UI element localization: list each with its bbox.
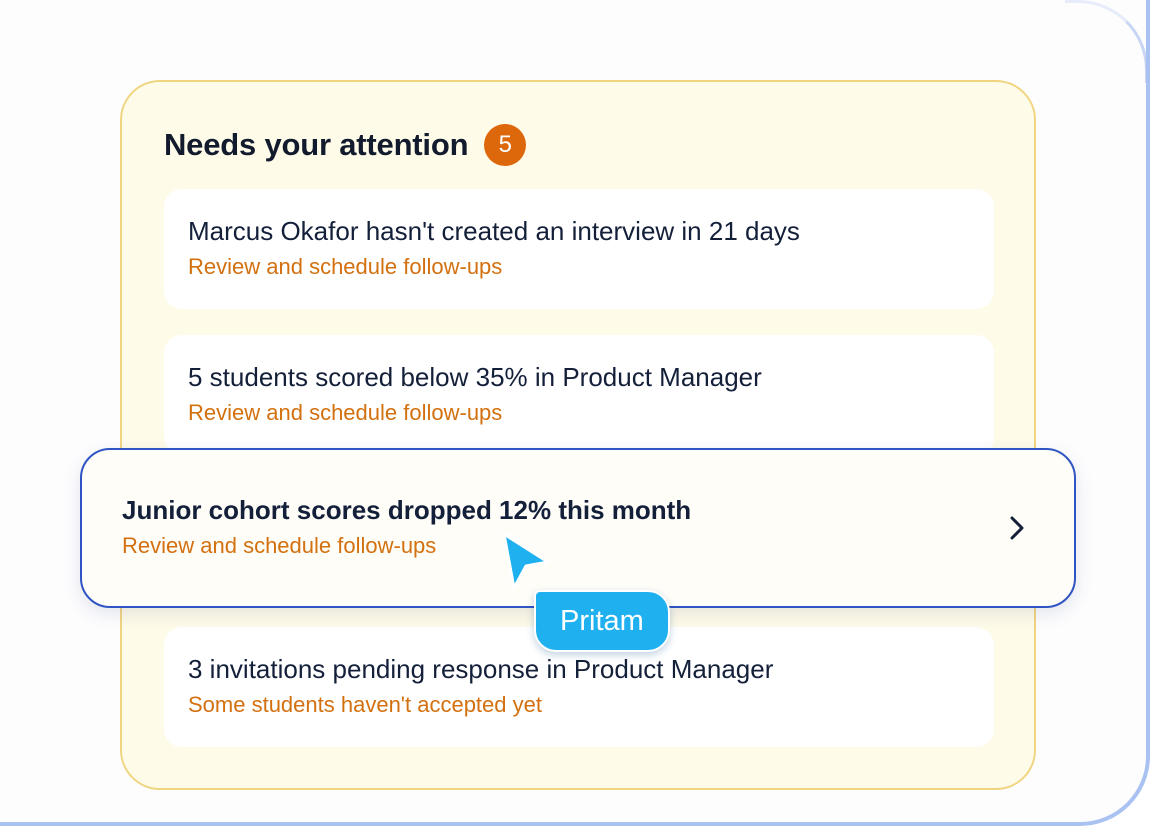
item-title: Marcus Okafor hasn't created an intervie…: [188, 216, 800, 246]
item-subtitle: Review and schedule follow-ups: [188, 400, 503, 425]
panel-title: Needs your attention: [164, 127, 469, 162]
pointer-cursor-icon: [502, 532, 550, 590]
item-title: 3 invitations pending response in Produc…: [188, 654, 774, 684]
item-subtitle: Review and schedule follow-ups: [122, 533, 437, 558]
item-subtitle: Some students haven't accepted yet: [188, 692, 542, 717]
count-badge: 5: [484, 124, 527, 166]
collaborator-name-tag: Pritam: [534, 590, 670, 652]
item-title: Junior cohort scores dropped 12% this mo…: [122, 495, 692, 525]
attention-item[interactable]: Marcus Okafor hasn't created an intervie…: [164, 189, 994, 309]
item-subtitle: Review and schedule follow-ups: [188, 254, 503, 279]
item-title: 5 students scored below 35% in Product M…: [188, 362, 762, 392]
attention-item-highlighted[interactable]: Junior cohort scores dropped 12% this mo…: [80, 448, 1076, 608]
attention-item[interactable]: 5 students scored below 35% in Product M…: [164, 335, 994, 455]
chevron-right-icon[interactable]: [1004, 512, 1030, 544]
attention-panel: Needs your attention 5 Marcus Okafor has…: [120, 80, 1036, 790]
panel-header: Needs your attention 5: [164, 124, 527, 166]
